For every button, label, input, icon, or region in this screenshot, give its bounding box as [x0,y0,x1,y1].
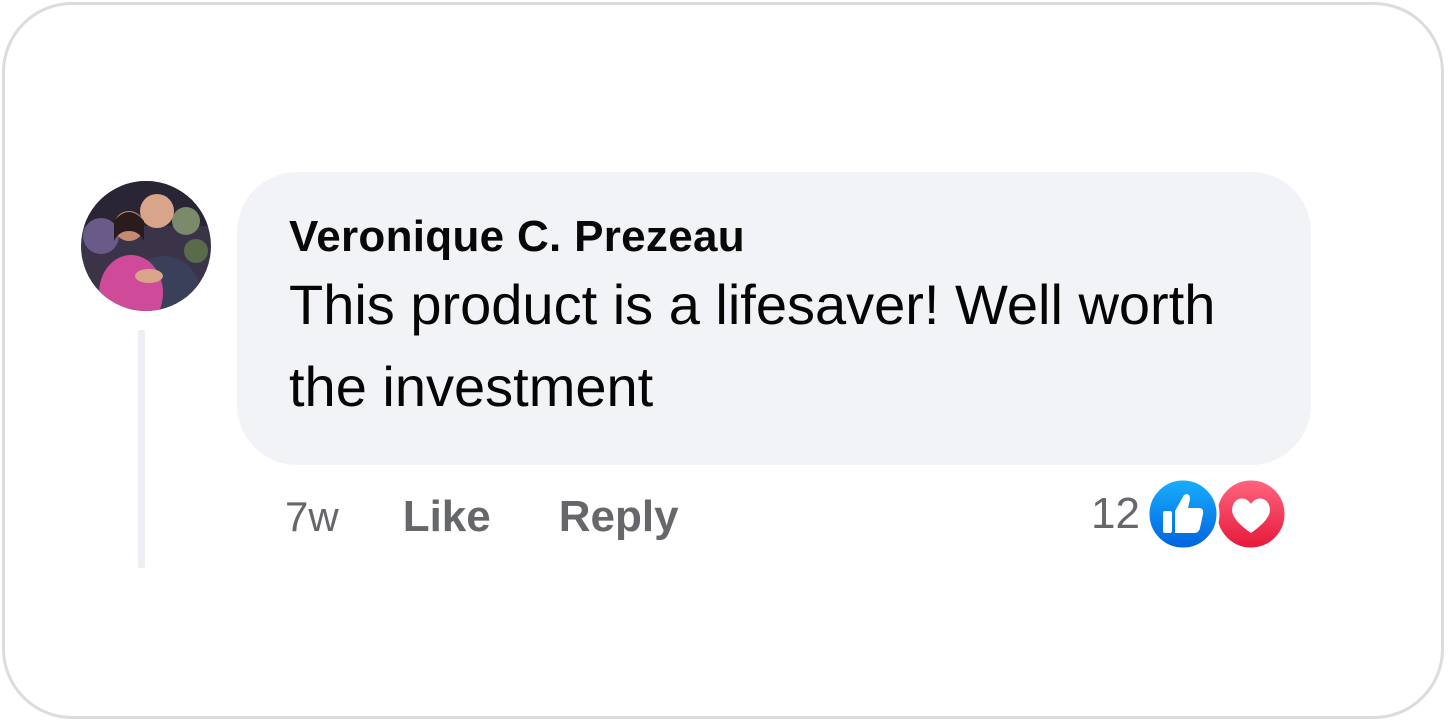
reactions-summary[interactable]: 12 [1091,477,1288,551]
comment-timestamp[interactable]: 7w [285,493,339,541]
like-button[interactable]: Like [403,492,491,542]
avatar-photo [81,181,211,311]
comment-actions: 7w Like Reply [285,485,747,549]
comment-bubble: Veronique C. Prezeau This product is a l… [237,172,1311,465]
avatar[interactable] [81,181,211,311]
love-icon [1214,477,1288,551]
reaction-count: 12 [1091,489,1140,538]
comment-text: This product is a lifesaver! Well worth … [289,273,1216,418]
comment-author[interactable]: Veronique C. Prezeau [289,210,1311,264]
reaction-icons [1146,477,1288,551]
reply-button[interactable]: Reply [559,492,679,542]
like-icon [1146,477,1220,551]
comment-card: Veronique C. Prezeau This product is a l… [2,2,1444,719]
thread-line [138,330,145,568]
